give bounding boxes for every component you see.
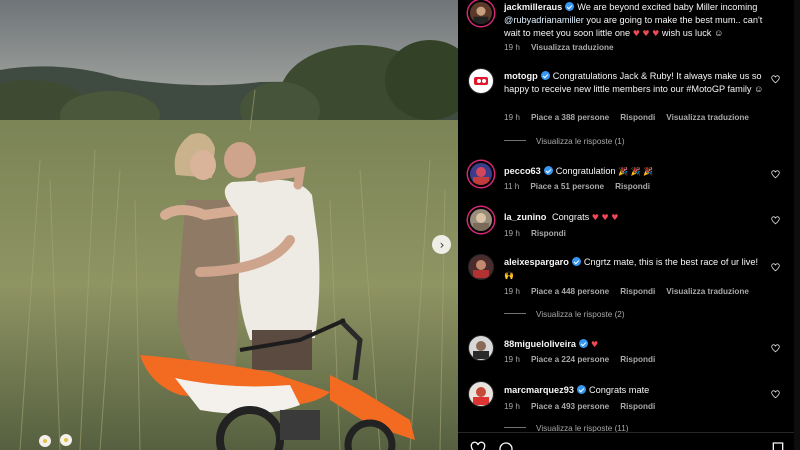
translate-link[interactable]: Visualizza traduzione <box>666 287 749 296</box>
next-photo-button[interactable]: › <box>432 235 451 254</box>
comment-text-part: Cngrtz mate, this is the best race of ur… <box>583 257 758 267</box>
profile-avatar-icon <box>473 167 489 185</box>
reply-button[interactable]: Rispondi <box>531 229 566 238</box>
comments-panel: jackmilleraus We are beyond excited baby … <box>458 0 800 450</box>
username[interactable]: motogp <box>504 71 538 81</box>
avatar-aleixespargaro[interactable] <box>468 254 494 280</box>
profile-avatar-icon <box>473 260 489 278</box>
verified-badge-icon <box>565 2 575 11</box>
comment-text: pecco63 Congratulation 🎉 🎉 🎉 <box>504 165 764 178</box>
username[interactable]: aleixespargaro <box>504 257 569 267</box>
profile-avatar-icon <box>473 341 489 359</box>
like-heart-icon[interactable] <box>771 390 780 399</box>
avatar-la-zunino[interactable] <box>468 207 494 233</box>
avatar-pecco63[interactable] <box>468 161 494 187</box>
timestamp: 19 h <box>504 355 520 364</box>
reply-button[interactable]: Rispondi <box>615 182 650 191</box>
likes-count[interactable]: Piace a 224 persone <box>531 355 609 364</box>
like-icon[interactable] <box>470 441 486 450</box>
reply-button[interactable]: Rispondi <box>620 287 655 296</box>
view-replies-link[interactable]: Visualizza le risposte (2) <box>504 310 625 319</box>
comment-meta: 19 h Rispondi <box>504 229 577 238</box>
comment-meta: 19 h Piace a 388 persone Rispondi Visualizz… <box>504 113 760 122</box>
verified-badge-icon <box>571 257 581 266</box>
reply-button[interactable]: Rispondi <box>620 355 655 364</box>
view-replies-link[interactable]: Visualizza le risposte (1) <box>504 137 625 146</box>
profile-avatar-icon <box>473 387 489 405</box>
like-heart-icon[interactable] <box>771 263 780 272</box>
heart-emoji: ♥ ♥ ♥ <box>591 213 619 222</box>
avatar-jackmilleraus[interactable] <box>468 0 494 26</box>
verified-badge-icon <box>576 385 586 394</box>
profile-avatar-icon <box>473 213 489 231</box>
avatar-marcmarquez93[interactable] <box>468 381 494 407</box>
like-heart-icon[interactable] <box>771 344 780 353</box>
post-image <box>0 0 458 450</box>
timestamp: 19 h <box>504 229 520 238</box>
comment-text: marcmarquez93 Congrats mate <box>504 384 764 397</box>
username[interactable]: 88migueloliveira <box>504 339 576 349</box>
comment-text: motogp Congratulations Jack & Ruby! It al… <box>504 70 764 96</box>
timestamp: 19 h <box>504 287 520 296</box>
likes-count[interactable]: Piace a 493 persone <box>531 402 609 411</box>
motogp-logo-icon <box>474 77 488 85</box>
likes-count[interactable]: Piace a 448 persone <box>531 287 609 296</box>
like-heart-icon[interactable] <box>771 216 780 225</box>
reply-button[interactable]: Rispondi <box>620 113 655 122</box>
save-bookmark-icon[interactable] <box>770 441 786 450</box>
scrollbar[interactable] <box>794 0 800 450</box>
mention-link[interactable]: @rubyadrianamiller <box>504 15 584 25</box>
comment-text: la_zunino Congrats ♥ ♥ ♥ <box>504 211 764 224</box>
like-heart-icon[interactable] <box>771 75 780 84</box>
post-photo: › <box>0 0 458 450</box>
verified-badge-icon <box>540 71 550 80</box>
username[interactable]: la_zunino <box>504 212 546 222</box>
heart-emoji: ♥ ♥ ♥ <box>632 29 660 38</box>
comment-text-part: We are beyond excited baby Miller incomi… <box>577 2 758 12</box>
view-replies-label: Visualizza le risposte (1) <box>536 137 625 146</box>
like-heart-icon[interactable] <box>771 170 780 179</box>
view-replies-label: Visualizza le risposte (2) <box>536 310 625 319</box>
comment-text: aleixespargaro Cngrtz mate, this is the b… <box>504 256 764 282</box>
comment-meta: 11 h Piace a 51 persone Rispondi <box>504 182 661 191</box>
username[interactable]: pecco63 <box>504 166 541 176</box>
username[interactable]: marcmarquez93 <box>504 385 574 395</box>
heart-emoji: ♥ <box>591 340 599 349</box>
likes-count[interactable]: Piace a 388 persone <box>531 113 609 122</box>
likes-count[interactable]: Piace a 51 persone <box>530 182 604 191</box>
profile-avatar-icon <box>473 6 489 24</box>
raised-hands-emoji: 🙌 <box>504 271 514 280</box>
post-action-bar <box>458 432 794 450</box>
comment-text-part: Congrats mate <box>588 385 650 395</box>
avatar-88migueloliveira[interactable] <box>468 335 494 361</box>
party-emoji: 🎉 🎉 🎉 <box>618 167 654 176</box>
translate-link[interactable]: Visualizza traduzione <box>531 43 614 52</box>
timestamp: 19 h <box>504 43 520 52</box>
comment-icon[interactable] <box>498 441 514 450</box>
avatar-motogp[interactable] <box>468 68 494 94</box>
comment-meta: 19 h Piace a 493 persone Rispondi <box>504 402 666 411</box>
timestamp: 19 h <box>504 113 520 122</box>
timestamp: 11 h <box>504 182 520 191</box>
username[interactable]: jackmilleraus <box>504 2 562 12</box>
verified-badge-icon <box>543 166 553 175</box>
comment-text: 88migueloliveira ♥ <box>504 338 764 351</box>
timestamp: 19 h <box>504 402 520 411</box>
comment-meta: 19 h Visualizza traduzione <box>504 43 625 52</box>
comment-text: jackmilleraus We are beyond excited baby … <box>504 1 764 40</box>
comment-meta: 19 h Piace a 448 persone Rispondi Visualizz… <box>504 287 760 296</box>
translate-link[interactable]: Visualizza traduzione <box>666 113 749 122</box>
comment-text-part: wish us luck ☺ <box>659 28 724 38</box>
comment-text-part: Congrats <box>551 212 590 222</box>
comment-text-part: Congratulation <box>555 166 616 176</box>
reply-button[interactable]: Rispondi <box>620 402 655 411</box>
chevron-right-icon: › <box>439 237 445 252</box>
comment-meta: 19 h Piace a 224 persone Rispondi <box>504 355 666 364</box>
verified-badge-icon <box>579 339 589 348</box>
